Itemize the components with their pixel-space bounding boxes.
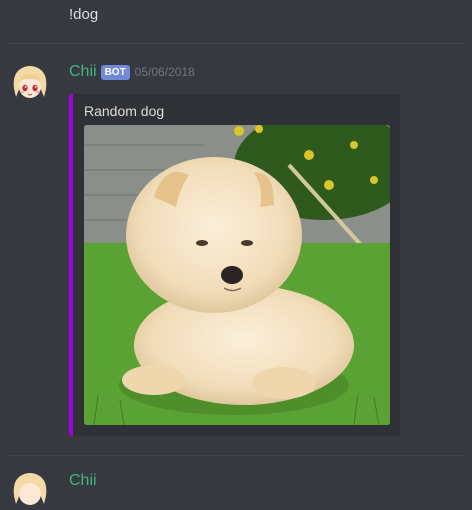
user-avatar[interactable]: [10, 63, 50, 103]
bot-badge: BOT: [100, 64, 130, 80]
timestamp: 05/06/2018: [134, 65, 195, 79]
user-avatar[interactable]: [10, 470, 50, 510]
message-divider: [8, 43, 464, 44]
message-divider: [8, 455, 464, 456]
next-message-header: Chii: [69, 472, 97, 490]
previous-message-content: !dog: [69, 6, 99, 23]
embed-title: Random dog: [84, 103, 165, 119]
embed: Random dog: [69, 94, 400, 436]
username[interactable]: Chii: [69, 472, 97, 489]
embed-image[interactable]: [84, 125, 390, 425]
username[interactable]: Chii: [69, 63, 97, 81]
message-header: Chii BOT 05/06/2018: [69, 63, 195, 81]
